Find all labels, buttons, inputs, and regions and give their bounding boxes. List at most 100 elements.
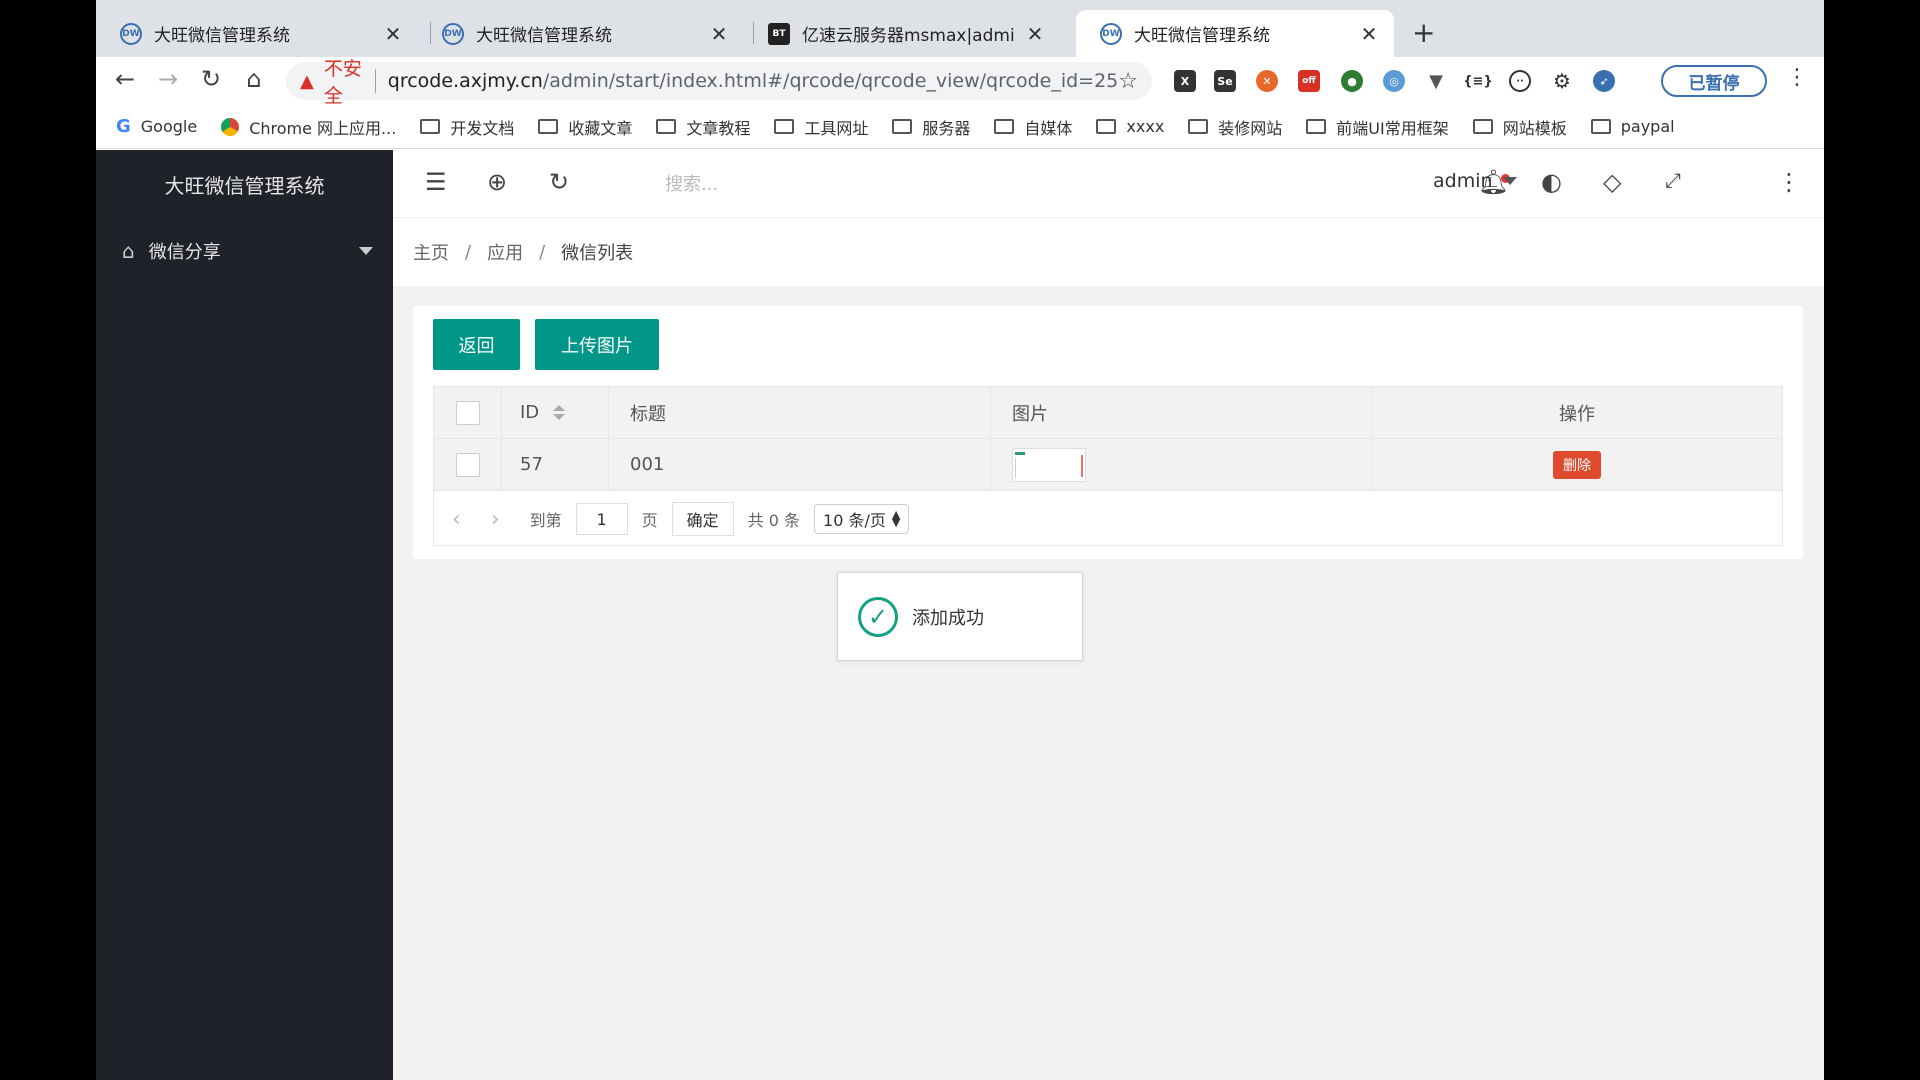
search-input[interactable] [663,168,923,200]
image-header: 图片 [991,387,1372,438]
chevron-down-icon [1502,177,1517,185]
bookmark-folder[interactable]: 装修网站 [1188,115,1282,139]
select-all-checkbox[interactable] [455,400,480,425]
extension-globe-icon[interactable]: ◎ [1383,70,1405,92]
bt-favicon-icon: BT [768,22,790,45]
theme-palette-icon[interactable]: ◐ [1541,168,1562,196]
row-id: 57 [502,439,609,490]
bookmarks-bar: G Google Chrome 网上应用... 开发文档 收藏文章 文章教程 工具… [96,105,1824,149]
address-bar[interactable]: ▲ 不安全 qrcode.axjmy.cn /admin/start/index… [286,58,1152,107]
extension-v-icon[interactable]: ▼ [1425,70,1447,92]
pagination: ‹ › 到第 页 确定 共 0 条 10 条/页 ▲▼ [434,493,910,545]
bookmark-folder[interactable]: 工具网址 [774,115,868,139]
bookmark-folder[interactable]: 前端UI常用框架 [1306,115,1449,139]
admin-app: 大旺微信管理系统 ⌂ 微信分享 ☰ ⊕ ↻ 🔔︎ ◐ ◇ ⤢ admin ⋮ [96,150,1824,1080]
page-size-select[interactable]: 10 条/页 ▲ ▼ [814,504,910,534]
id-header[interactable]: ID [502,387,609,438]
sidebar: 大旺微信管理系统 ⌂ 微信分享 [96,150,393,1080]
page-number-input[interactable] [575,503,628,535]
extension-x-icon[interactable]: X [1174,70,1196,92]
bookmark-folder[interactable]: 网站模板 [1472,115,1567,139]
bookmark-label: paypal [1620,117,1675,136]
tag-icon[interactable]: ◇ [1603,168,1621,196]
folder-icon [656,119,677,134]
kebab-menu-icon[interactable]: ⋮ [1786,65,1808,90]
extension-rocket-icon[interactable]: ➶ [1593,70,1615,92]
upload-image-button[interactable]: 上传图片 [535,319,659,370]
sidebar-item-wechat-share[interactable]: ⌂ 微信分享 [96,218,393,284]
bookmark-folder[interactable]: xxxx [1096,117,1164,136]
image-thumbnail[interactable] [1012,447,1086,482]
reload-icon[interactable]: ↻ [196,65,226,93]
globe-icon[interactable]: ⊕ [487,168,507,196]
new-tab-icon[interactable]: + [1412,16,1435,49]
close-tab-icon[interactable]: ✕ [382,22,404,46]
browser-tab[interactable]: DW 大旺微信管理系统 ✕ [418,10,744,57]
row-checkbox[interactable] [455,452,480,477]
home-icon[interactable]: ⌂ [239,65,269,93]
breadcrumb-separator: / [539,241,546,263]
browser-window: DW 大旺微信管理系统 ✕ DW 大旺微信管理系统 ✕ BT 亿速云服务器msm… [96,0,1824,1080]
browser-tab-active[interactable]: DW 大旺微信管理系统 ✕ [1076,10,1394,57]
profile-label: 已暂停 [1688,73,1740,94]
site-favicon-icon: DW [1100,22,1122,45]
site-favicon-icon: DW [120,22,142,45]
folder-icon [1590,119,1611,134]
back-arrow-icon[interactable]: ← [110,65,140,93]
bookmark-label: 工具网址 [804,118,869,138]
extension-code-icon[interactable]: ·· [1509,70,1531,92]
breadcrumb-separator: / [465,241,472,263]
breadcrumb-apps[interactable]: 应用 [487,239,523,265]
fullscreen-icon[interactable]: ⤢ [1665,168,1681,192]
sort-icon[interactable] [553,405,566,420]
page-suffix: 页 [641,511,658,530]
warning-icon: ▲ [300,70,314,92]
bookmark-folder[interactable]: 自媒体 [994,115,1072,139]
delete-button[interactable]: 删除 [1553,450,1601,479]
next-page-icon[interactable]: › [491,507,500,532]
bookmark-label: Google [140,117,198,136]
extension-se-icon[interactable]: Se [1214,70,1236,92]
extension-orange-icon[interactable]: ✕ [1256,70,1278,92]
tab-strip: DW 大旺微信管理系统 ✕ DW 大旺微信管理系统 ✕ BT 亿速云服务器msm… [96,0,1824,57]
confirm-page-button[interactable]: 确定 [671,502,734,536]
data-table: ID 标题 图片 操作 57 001 删除 ‹ › 到第 1 页 确定 共 0 … [433,386,1783,546]
breadcrumb: 主页 / 应用 / 微信列表 [393,218,1824,286]
browser-tab[interactable]: DW 大旺微信管理系统 ✕ [96,10,418,57]
success-toast: ✓ 添加成功 [837,572,1083,661]
more-vertical-icon[interactable]: ⋮ [1777,168,1801,196]
close-tab-icon[interactable]: ✕ [1358,22,1380,46]
folder-icon [420,119,441,134]
action-header: 操作 [1559,403,1595,425]
bookmark-folder[interactable]: 开发文档 [420,115,514,139]
extension-json-icon[interactable]: {≡} [1463,70,1492,92]
id-header-label: ID [520,402,540,423]
brand-title: 大旺微信管理系统 [164,173,325,198]
close-tab-icon[interactable]: ✕ [1024,22,1046,46]
bookmark-folder[interactable]: 文章教程 [656,115,750,139]
back-button[interactable]: 返回 [433,319,520,370]
extension-eye-icon[interactable]: ● [1341,70,1363,92]
bookmark-item[interactable]: G Google [116,116,197,137]
refresh-icon[interactable]: ↻ [549,168,569,196]
menu-collapse-icon[interactable]: ☰ [425,168,447,196]
bookmark-star-icon[interactable]: ☆ [1118,69,1138,94]
bookmark-item[interactable]: Chrome 网上应用... [221,115,396,139]
page-size-value: 10 条/页 [823,511,886,530]
bookmark-label: 自媒体 [1024,118,1073,138]
extension-gear-icon[interactable]: ⚙ [1551,69,1573,93]
forward-arrow-icon[interactable]: → [153,65,183,93]
row-image-cell [991,439,1372,490]
browser-tab[interactable]: BT 亿速云服务器msmax|admin@8 ✕ [744,10,1060,57]
extension-off-icon[interactable]: off [1298,70,1320,92]
user-menu[interactable]: admin [1433,170,1517,192]
profile-button[interactable]: 已暂停 [1661,65,1767,97]
url-path: /admin/start/index.html#/qrcode/qrcode_v… [542,70,1119,92]
bookmark-folder[interactable]: 收藏文章 [538,115,632,139]
bookmark-folder[interactable]: 服务器 [892,115,970,139]
folder-icon [1096,119,1117,134]
breadcrumb-home[interactable]: 主页 [413,239,449,265]
bookmark-folder[interactable]: paypal [1590,117,1675,136]
prev-page-icon[interactable]: ‹ [452,507,461,532]
close-tab-icon[interactable]: ✕ [708,22,730,46]
